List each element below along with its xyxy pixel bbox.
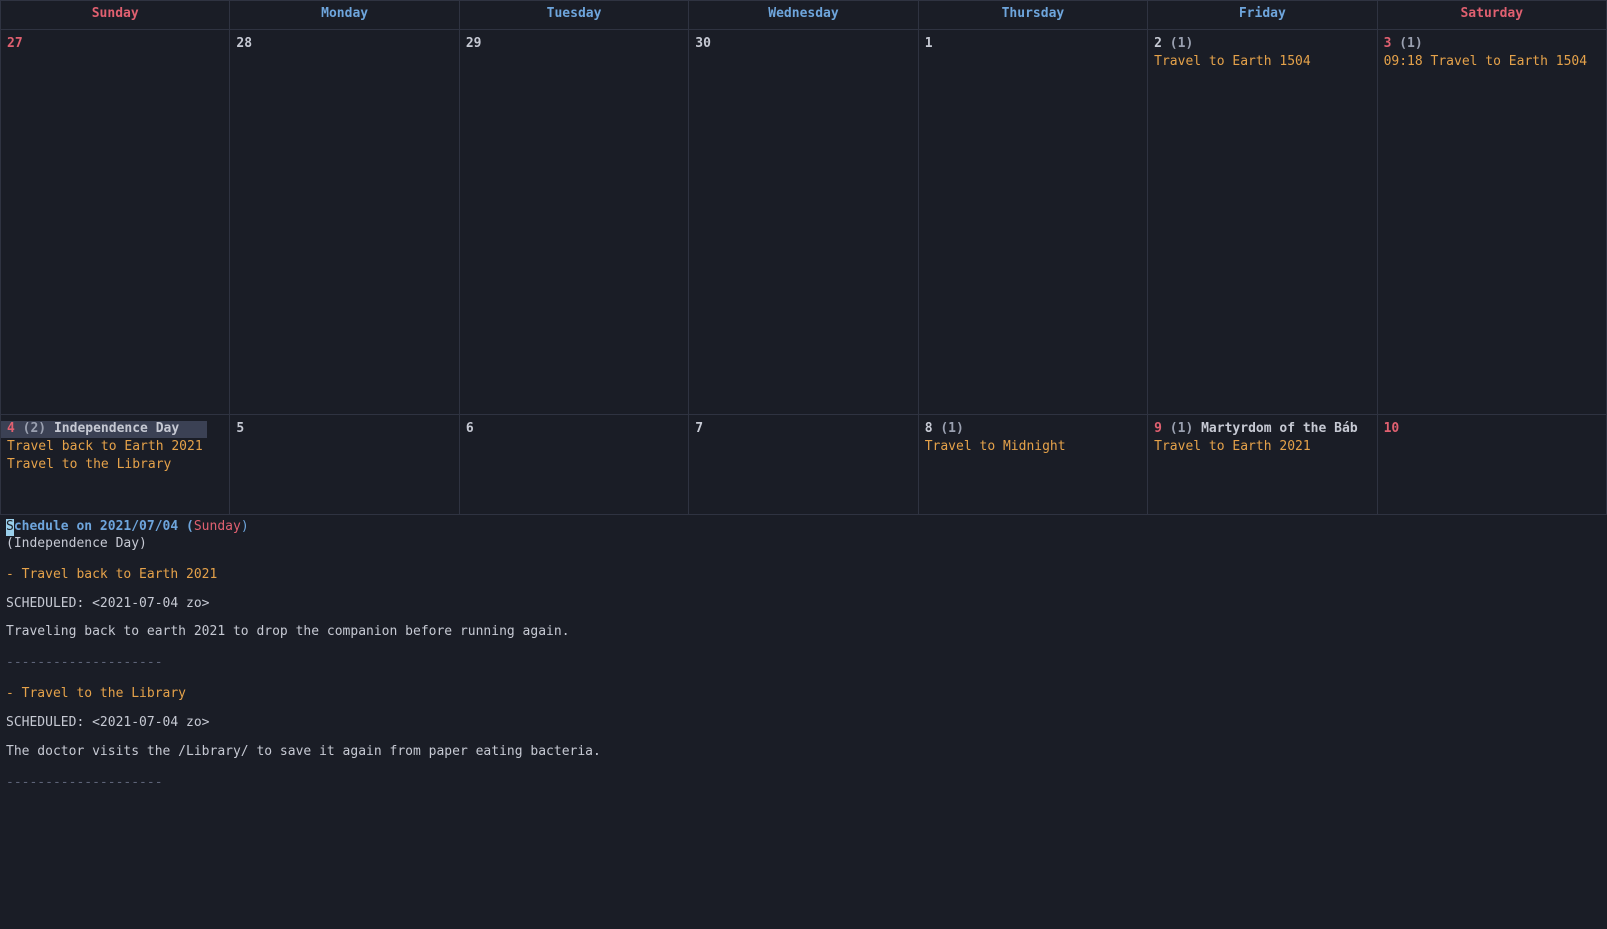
col-header-mon: Monday	[230, 0, 459, 30]
day-cell-jun-29[interactable]: 29	[460, 30, 689, 415]
schedule-title-day: Sunday	[194, 519, 241, 534]
day-cell-jul-02[interactable]: 2 (1) Travel to Earth 1504	[1148, 30, 1377, 415]
event-entry[interactable]: Travel to the Library	[7, 457, 223, 474]
text-cursor: S	[6, 519, 14, 536]
day-number: 10	[1384, 421, 1400, 436]
day-cell-jul-05[interactable]: 5	[230, 415, 459, 515]
day-number: 3	[1384, 36, 1392, 51]
day-number: 27	[7, 36, 23, 51]
agenda-item-scheduled: SCHEDULED: <2021-07-04 zo>	[6, 596, 1601, 613]
day-number: 29	[466, 36, 482, 51]
schedule-title: Schedule on 2021/07/04 (Sunday)	[6, 519, 1601, 536]
holiday-label: Martyrdom of the Báb	[1201, 421, 1358, 436]
day-cell-jul-01[interactable]: 1	[919, 30, 1148, 415]
event-entry[interactable]: Travel back to Earth 2021	[7, 439, 223, 456]
day-cell-jul-07[interactable]: 7	[689, 415, 918, 515]
selected-day-highlight: 4 (2) Independence Day	[1, 421, 207, 438]
day-number: 2	[1154, 36, 1162, 51]
holiday-label: Independence Day	[54, 421, 179, 436]
day-cell-jul-09[interactable]: 9 (1) Martyrdom of the Báb Travel to Ear…	[1148, 415, 1377, 515]
agenda-item-heading[interactable]: - Travel to the Library	[6, 686, 1601, 703]
day-cell-jun-27[interactable]: 27	[1, 30, 230, 415]
day-cell-jul-08[interactable]: 8 (1) Travel to Midnight	[919, 415, 1148, 515]
day-number: 28	[236, 36, 252, 51]
day-number: 30	[695, 36, 711, 51]
agenda-item-body: The doctor visits the /Library/ to save …	[6, 744, 1601, 761]
agenda-item-scheduled: SCHEDULED: <2021-07-04 zo>	[6, 715, 1601, 732]
agenda-item-body: Traveling back to earth 2021 to drop the…	[6, 624, 1601, 641]
event-entry[interactable]: 09:18 Travel to Earth 1504	[1384, 54, 1600, 71]
separator-rule: --------------------	[6, 655, 1601, 672]
day-number: 4	[7, 421, 15, 436]
day-cell-jul-06[interactable]: 6	[460, 415, 689, 515]
col-header-sat: Saturday	[1378, 0, 1607, 30]
col-header-thu: Thursday	[919, 0, 1148, 30]
event-count: (2)	[23, 421, 46, 436]
event-count: (1)	[1170, 421, 1193, 436]
schedule-title-close: )	[241, 519, 249, 534]
col-header-fri: Friday	[1148, 0, 1377, 30]
col-header-tue: Tuesday	[460, 0, 689, 30]
schedule-pane: Schedule on 2021/07/04 (Sunday) (Indepen…	[0, 515, 1607, 792]
col-header-wed: Wednesday	[689, 0, 918, 30]
event-count: (1)	[940, 421, 963, 436]
day-number: 6	[466, 421, 474, 436]
day-cell-jun-28[interactable]: 28	[230, 30, 459, 415]
event-entry[interactable]: Travel to Earth 2021	[1154, 439, 1370, 456]
day-cell-jul-03[interactable]: 3 (1) 09:18 Travel to Earth 1504	[1378, 30, 1607, 415]
day-cell-jul-04[interactable]: 4 (2) Independence Day Travel back to Ea…	[1, 415, 230, 515]
day-cell-jul-10[interactable]: 10	[1378, 415, 1607, 515]
day-number: 7	[695, 421, 703, 436]
schedule-subtitle: (Independence Day)	[6, 536, 1601, 553]
day-cell-jun-30[interactable]: 30	[689, 30, 918, 415]
event-count: (1)	[1170, 36, 1193, 51]
day-number: 1	[925, 36, 933, 51]
separator-rule: --------------------	[6, 775, 1601, 792]
col-header-sun: Sunday	[1, 0, 230, 30]
calendar-grid: Sunday Monday Tuesday Wednesday Thursday…	[0, 0, 1607, 515]
day-number: 5	[236, 421, 244, 436]
event-entry[interactable]: Travel to Earth 1504	[1154, 54, 1370, 71]
schedule-title-text: chedule on 2021/07/04 (	[14, 519, 194, 534]
agenda-item-heading[interactable]: - Travel back to Earth 2021	[6, 567, 1601, 584]
event-count: (1)	[1399, 36, 1422, 51]
event-entry[interactable]: Travel to Midnight	[925, 439, 1141, 456]
day-number: 8	[925, 421, 933, 436]
day-number: 9	[1154, 421, 1162, 436]
